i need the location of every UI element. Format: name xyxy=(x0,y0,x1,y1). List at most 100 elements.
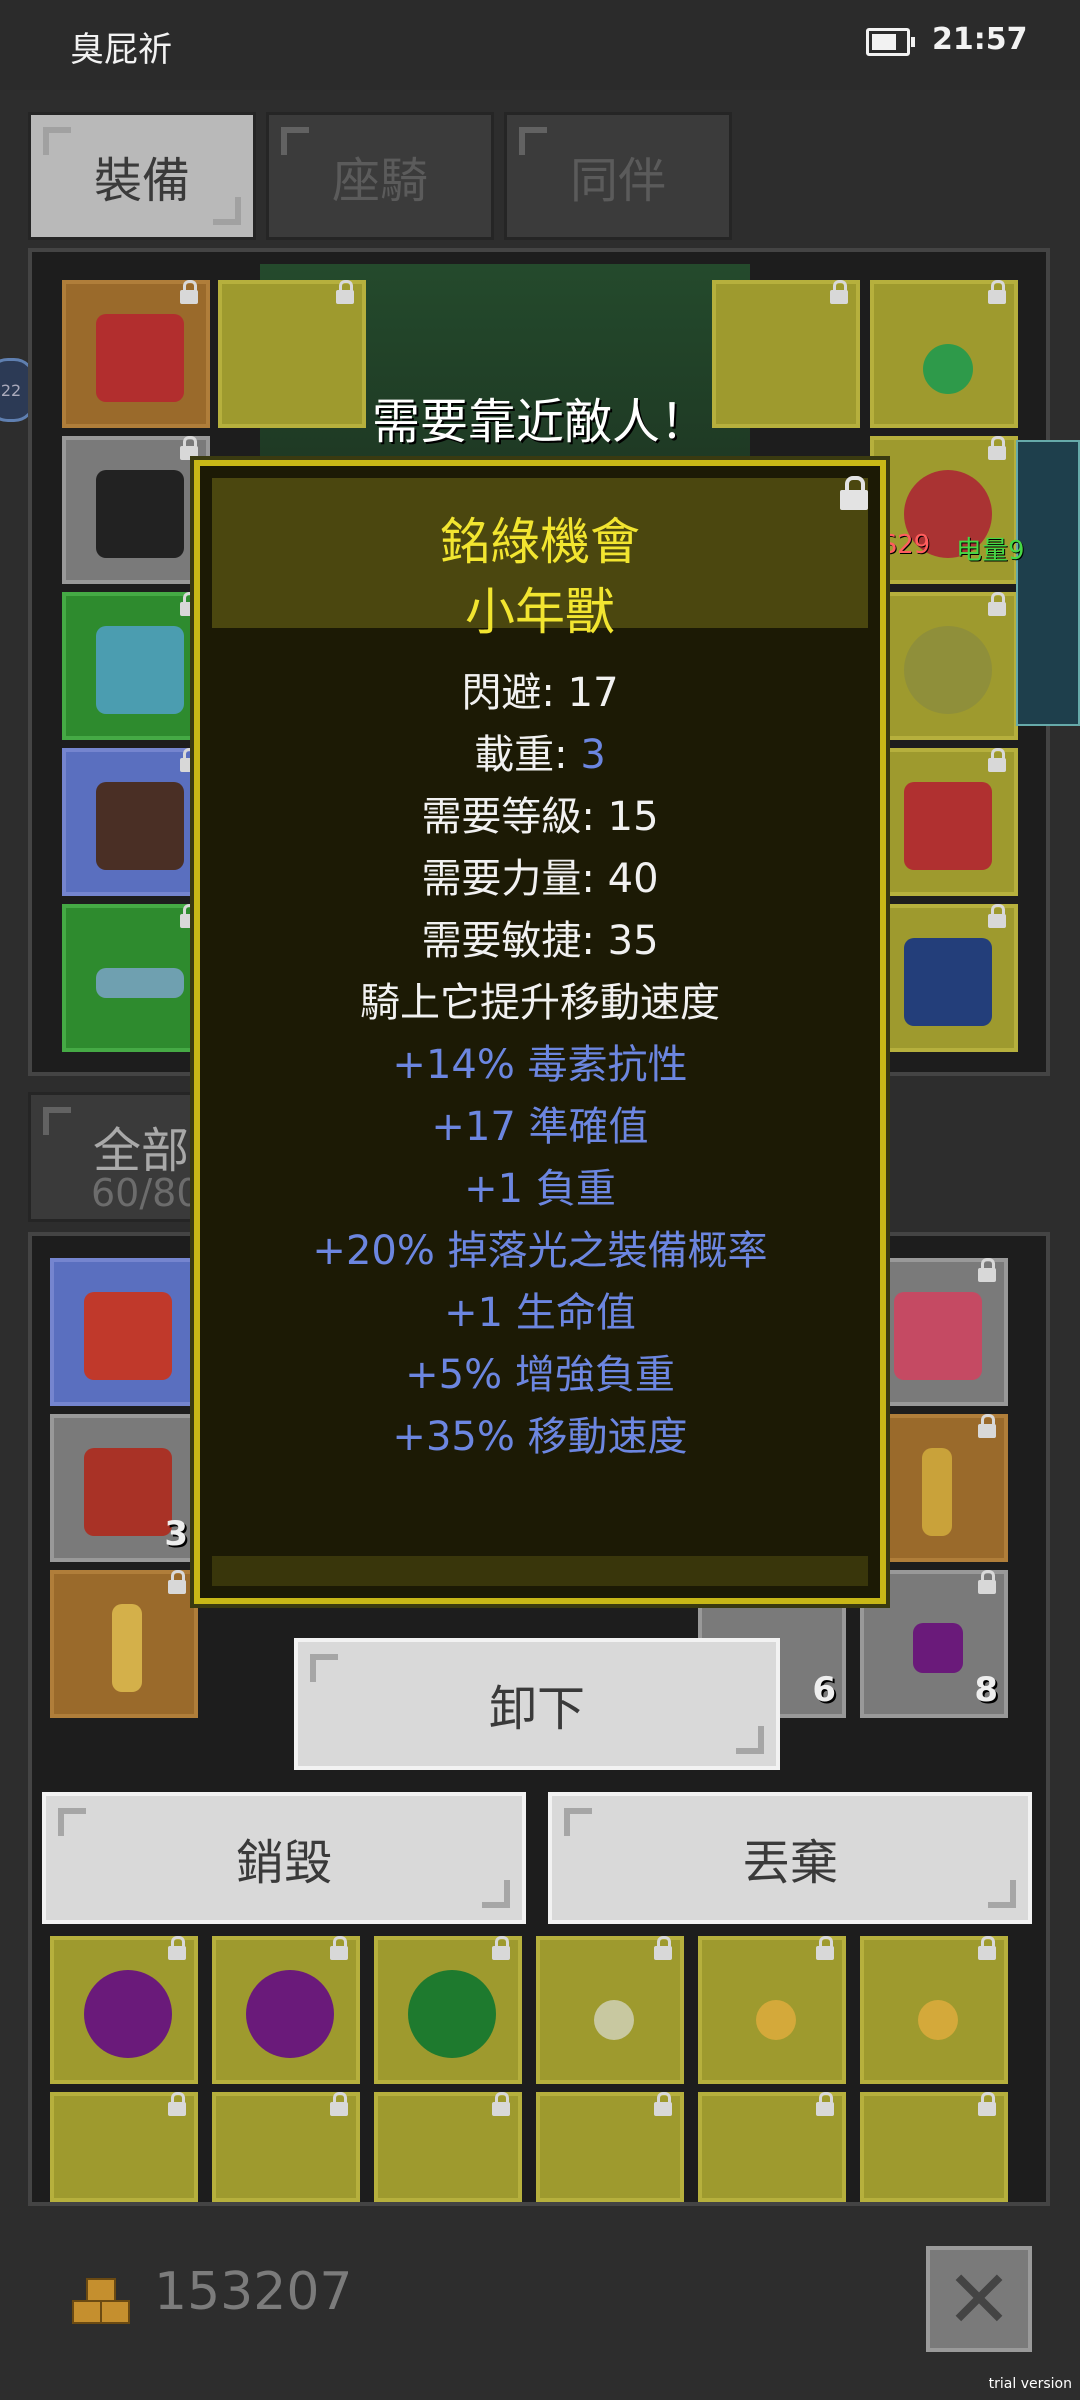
lock-icon xyxy=(816,2092,834,2116)
corner-decoration xyxy=(281,127,309,155)
lock-icon xyxy=(330,1936,348,1960)
lock-icon xyxy=(978,1570,996,1594)
lock-icon xyxy=(492,1936,510,1960)
status-bar: 臭屁祈 21:57 xyxy=(0,0,1080,90)
close-icon: ✕ xyxy=(945,2252,1013,2346)
inventory-slot[interactable] xyxy=(698,1936,846,2084)
equip-slot-mount[interactable] xyxy=(870,904,1018,1052)
corner-decoration xyxy=(213,197,241,225)
corner-decoration xyxy=(482,1880,510,1908)
tab-equipment[interactable]: 裝備 xyxy=(28,112,256,240)
stat-label: 載重: xyxy=(474,732,581,778)
inventory-slot[interactable] xyxy=(698,2092,846,2202)
item-tooltip: 銘綠機會 小年獸 閃避: 17 載重: 3 需要等級: 15 需要力量: 40 … xyxy=(194,460,886,1604)
feather-icon xyxy=(84,1448,172,1536)
amulet-icon xyxy=(756,2000,796,2040)
corner-decoration xyxy=(58,1808,86,1836)
inventory-slot[interactable] xyxy=(374,1936,522,2084)
corner-decoration xyxy=(519,127,547,155)
inventory-count: 60/80 xyxy=(91,1171,201,1215)
battery-level-text: 电量9 xyxy=(956,536,1025,566)
equip-slot-boots[interactable] xyxy=(62,748,210,896)
equip-slot-belt[interactable] xyxy=(62,904,210,1052)
unequip-label: 卸下 xyxy=(488,1681,585,1737)
stat-line: 需要敏捷: 35 xyxy=(200,910,880,972)
lock-icon xyxy=(492,2092,510,2116)
stat-label: 閃避: xyxy=(461,670,568,716)
lock-icon xyxy=(988,280,1006,304)
lock-icon xyxy=(336,280,354,304)
dagger-icon xyxy=(112,1604,142,1692)
destroy-button[interactable]: 銷毀 xyxy=(42,1792,526,1924)
chat-minimap-overlay[interactable] xyxy=(1016,440,1080,726)
inventory-slot[interactable] xyxy=(50,1936,198,2084)
status-carrier: 臭屁祈 xyxy=(70,30,172,70)
corner-decoration xyxy=(43,1107,71,1135)
stat-label: 需要敏捷: xyxy=(421,918,608,964)
lock-icon xyxy=(988,904,1006,928)
tab-mount-label: 座騎 xyxy=(331,153,428,209)
inventory-slot[interactable] xyxy=(536,2092,684,2202)
stat-line: 需要等級: 15 xyxy=(200,786,880,848)
boots-icon xyxy=(96,782,184,870)
bonus-line: +17 準確值 xyxy=(431,1104,649,1150)
lock-icon xyxy=(654,2092,672,2116)
inventory-slot[interactable] xyxy=(50,2092,198,2202)
inventory-slot[interactable]: 3 xyxy=(50,1414,198,1562)
lock-icon xyxy=(988,592,1006,616)
dagger-icon xyxy=(922,1448,952,1536)
alert-message: 需要靠近敵人！ xyxy=(371,394,708,450)
lock-icon xyxy=(830,280,848,304)
book-icon xyxy=(84,1292,172,1380)
stat-line: 閃避: 17 xyxy=(200,662,880,724)
bonus-line: +20% 掉落光之裝備概率 xyxy=(312,1228,768,1274)
unequip-button[interactable]: 卸下 xyxy=(294,1638,780,1770)
ring-icon xyxy=(408,1970,496,2058)
stat-value: 35 xyxy=(607,918,659,964)
amulet-icon xyxy=(918,2000,958,2040)
equip-slot-armor[interactable] xyxy=(62,436,210,584)
item-stats: 閃避: 17 載重: 3 需要等級: 15 需要力量: 40 需要敏捷: 35 … xyxy=(200,662,880,1468)
stat-label: 需要等級: xyxy=(421,794,608,840)
lock-icon xyxy=(180,280,198,304)
inventory-slot[interactable] xyxy=(860,2092,1008,2202)
tab-equipment-label: 裝備 xyxy=(93,153,190,209)
tab-companion[interactable]: 同伴 xyxy=(504,112,732,240)
tab-mount[interactable]: 座騎 xyxy=(266,112,494,240)
bonus-line: +5% 增強負重 xyxy=(405,1352,675,1398)
equip-slot-book[interactable] xyxy=(870,748,1018,896)
inventory-slot[interactable] xyxy=(860,1936,1008,2084)
close-button[interactable]: ✕ xyxy=(926,2246,1032,2352)
corner-decoration xyxy=(43,127,71,155)
item-quantity: 6 xyxy=(812,1670,836,1710)
inventory-slot[interactable] xyxy=(212,1936,360,2084)
battery-icon xyxy=(866,28,915,56)
lock-icon xyxy=(330,2092,348,2116)
inventory-slot[interactable] xyxy=(50,1258,198,1406)
stat-line: 載重: 3 xyxy=(200,724,880,786)
stat-line: 需要力量: 40 xyxy=(200,848,880,910)
gem-icon xyxy=(913,1623,963,1673)
lock-icon xyxy=(816,1936,834,1960)
gift-icon xyxy=(894,1292,982,1380)
lock-icon xyxy=(978,2092,996,2116)
book-icon xyxy=(904,782,992,870)
discard-button[interactable]: 丟棄 xyxy=(548,1792,1032,1924)
bonus-line: +1 生命值 xyxy=(444,1290,636,1336)
equip-slot-ring-2[interactable] xyxy=(870,592,1018,740)
equip-slot-gloves[interactable] xyxy=(62,592,210,740)
inventory-slot[interactable] xyxy=(536,1936,684,2084)
lock-icon xyxy=(168,1570,186,1594)
tooltip-footer xyxy=(212,1556,868,1586)
gold-amount: 153207 xyxy=(154,2262,353,2322)
status-time: 21:57 xyxy=(932,22,1028,57)
inventory-slot[interactable] xyxy=(212,2092,360,2202)
corner-decoration xyxy=(988,1880,1016,1908)
ring-icon xyxy=(246,1970,334,2058)
inventory-slot[interactable] xyxy=(374,2092,522,2202)
inventory-slot[interactable] xyxy=(50,1570,198,1718)
tab-companion-label: 同伴 xyxy=(569,153,666,209)
corner-decoration xyxy=(564,1808,592,1836)
corner-decoration xyxy=(310,1654,338,1682)
lock-icon xyxy=(978,1258,996,1282)
